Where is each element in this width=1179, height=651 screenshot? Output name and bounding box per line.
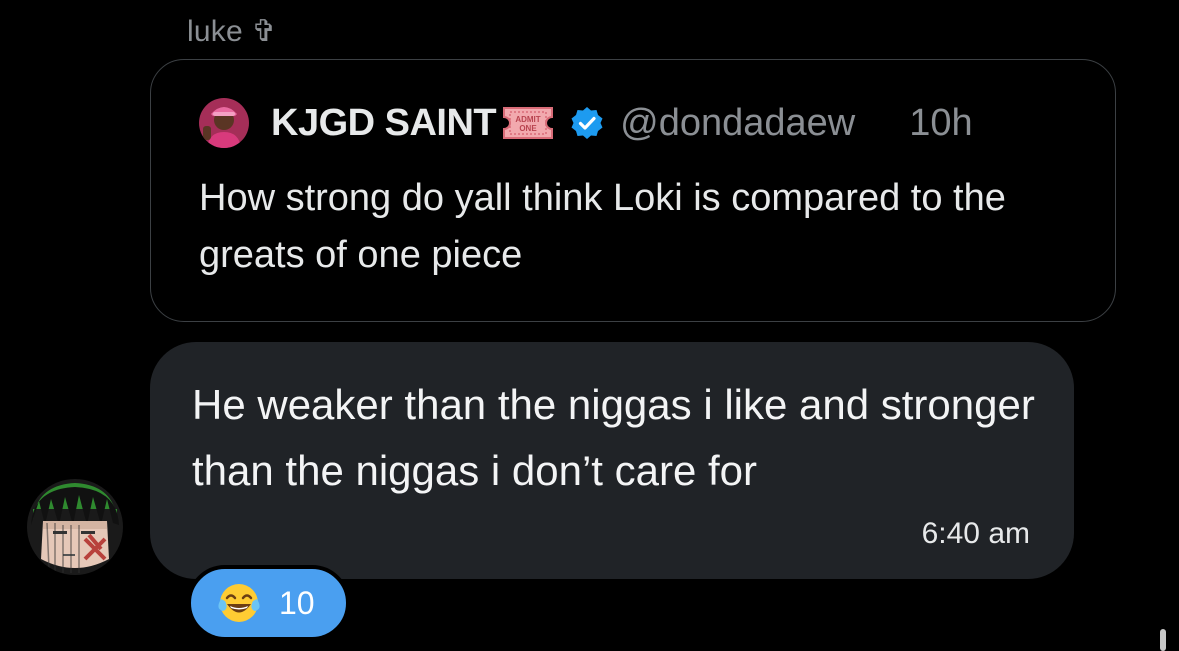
quoted-post-author[interactable]: KJGD SAINT (271, 102, 497, 145)
reaction-count: 10 (279, 584, 315, 621)
sender-name: luke ✞ (187, 15, 277, 48)
profile-avatar-icon[interactable] (199, 98, 249, 148)
verified-badge-icon (571, 107, 603, 139)
tears-of-joy-emoji-icon (218, 584, 260, 622)
quoted-post-age: 10h (909, 101, 973, 144)
reaction-pill[interactable]: 10 (187, 565, 350, 641)
quoted-post-handle[interactable]: @dondadaew (620, 102, 855, 145)
quoted-post-header: KJGD SAINT ADMIT ONE @dondadaew 10h (199, 95, 973, 151)
scrollbar-thumb[interactable] (1160, 629, 1166, 651)
ticket-line1: ADMIT (515, 115, 540, 124)
message-timestamp: 6:40 am (921, 517, 1030, 550)
ticket-line2: ONE (519, 124, 537, 133)
quoted-post-text: How strong do yall think Loki is compare… (199, 177, 1006, 276)
admit-one-ticket-icon: ADMIT ONE (503, 107, 554, 139)
cartoon-avatar-icon[interactable] (27, 479, 123, 575)
message-bubble[interactable]: He weaker than the niggas i like and str… (150, 342, 1074, 579)
message-text: He weaker than the niggas i like and str… (192, 381, 1035, 494)
quoted-post-card[interactable]: KJGD SAINT ADMIT ONE @dondadaew 10h How … (150, 59, 1116, 322)
